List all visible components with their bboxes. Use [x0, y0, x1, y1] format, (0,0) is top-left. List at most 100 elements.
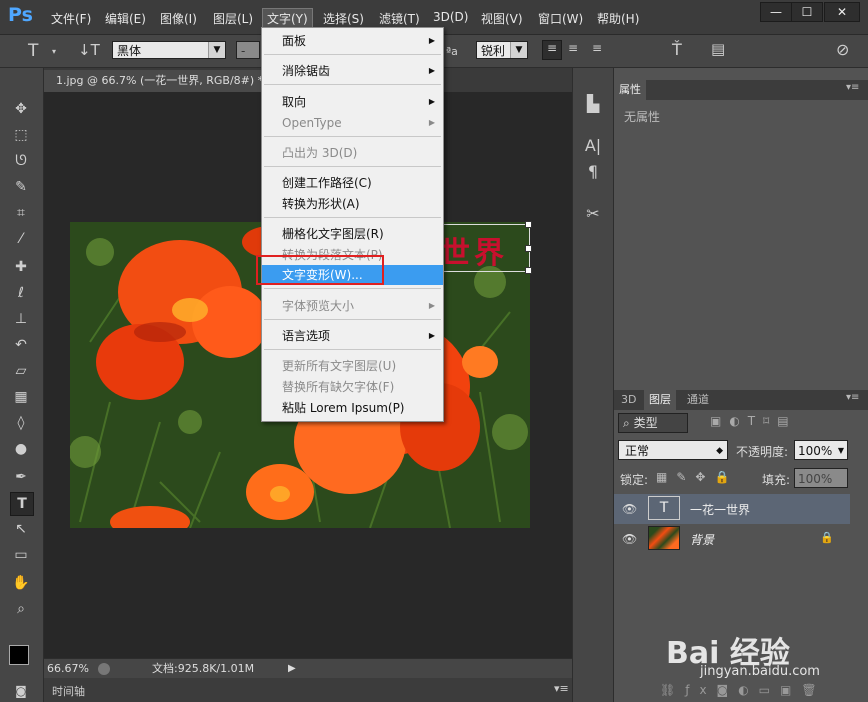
move-tool-icon[interactable]: ✥ — [10, 98, 32, 120]
lasso-tool-icon[interactable]: ᘎ — [10, 150, 32, 172]
maximize-button[interactable]: ☐ — [791, 2, 823, 22]
align-right-icon[interactable]: ≡ — [592, 41, 602, 55]
menu-item-anti-alias[interactable]: 消除锯齿 ▶ — [262, 61, 443, 81]
blend-mode-select[interactable]: 正常 ◆ — [618, 440, 728, 460]
transform-handle[interactable] — [525, 267, 532, 274]
warp-text-icon[interactable]: Ť — [672, 40, 682, 59]
pen-tool-icon[interactable]: ✒ — [10, 466, 32, 488]
cancel-icon[interactable]: ⊘ — [836, 40, 849, 59]
menu-edit[interactable]: 编辑(E) — [105, 10, 146, 27]
menu-item-font-preview-size[interactable]: 字体预览大小 ▶ — [262, 296, 443, 316]
layer-filter-icons[interactable]: ▣◐T⌑▤ — [710, 414, 797, 428]
marquee-tool-icon[interactable]: ⬚ — [10, 124, 32, 146]
highlight-annotation-box — [256, 255, 384, 285]
lock-icons[interactable]: ▦✎✥🔒 — [656, 470, 738, 484]
menu-item-convert-to-shape[interactable]: 转换为形状(A) — [262, 194, 443, 214]
menu-item-opentype[interactable]: OpenType ▶ — [262, 113, 443, 133]
paragraph-panel-icon[interactable]: ¶ — [581, 160, 605, 184]
type-tool-icon[interactable]: T — [10, 492, 34, 516]
menu-item-language-options[interactable]: 语言选项 ▶ — [262, 326, 443, 346]
quick-mask-icon[interactable]: ◙ — [10, 680, 32, 702]
menu-file[interactable]: 文件(F) — [51, 10, 91, 27]
menu-item-replace-missing-fonts[interactable]: 替换所有缺欠字体(F) — [262, 377, 443, 397]
healing-brush-tool-icon[interactable]: ✚ — [10, 256, 32, 278]
menu-window[interactable]: 窗口(W) — [538, 10, 583, 27]
status-menu-icon[interactable] — [98, 663, 110, 675]
visibility-eye-icon[interactable]: 👁 — [622, 532, 637, 546]
no-properties-text: 无属性 — [624, 110, 661, 124]
visibility-eye-icon[interactable]: 👁 — [622, 502, 637, 516]
character-panel-icon[interactable]: ▤ — [711, 40, 725, 58]
menu-separator — [264, 136, 441, 137]
menu-item-update-all-text-layers[interactable]: 更新所有文字图层(U) — [262, 356, 443, 376]
type-tool-preset-icon[interactable]: T — [28, 41, 38, 61]
rectangle-tool-icon[interactable]: ▭ — [10, 544, 32, 566]
character-panel-icon[interactable]: A| — [581, 134, 605, 158]
menu-view[interactable]: 视图(V) — [481, 10, 523, 27]
blur-tool-icon[interactable]: ◊ — [10, 412, 32, 434]
clone-stamp-tool-icon[interactable]: ⊥ — [10, 308, 32, 330]
gradient-tool-icon[interactable]: ▦ — [10, 386, 32, 408]
hand-tool-icon[interactable]: ✋ — [10, 572, 32, 594]
transform-handle[interactable] — [525, 245, 532, 252]
layer-row-background[interactable]: 👁 背景 🔒 — [614, 524, 850, 554]
menu-3d[interactable]: 3D(D) — [433, 10, 468, 24]
opacity-field[interactable]: 100% ▼ — [794, 440, 848, 460]
background-layer-thumbnail — [648, 526, 680, 550]
zoom-tool-icon[interactable]: ⌕ — [10, 598, 32, 620]
anti-alias-select[interactable]: 锐利 ▼ — [476, 41, 528, 59]
status-arrow-icon[interactable]: ▶ — [288, 659, 296, 679]
panel-menu-icon[interactable]: ▾≡ — [846, 82, 859, 93]
zoom-level[interactable]: 66.67% — [47, 659, 89, 679]
layer-filter-select[interactable]: ⌕ 类型 — [618, 413, 688, 433]
quick-select-tool-icon[interactable]: ✎ — [10, 176, 32, 198]
menu-item-panels[interactable]: 面板 ▶ — [262, 31, 443, 51]
menu-filter[interactable]: 滤镜(T) — [379, 10, 420, 27]
foreground-color-swatch[interactable] — [9, 645, 29, 665]
close-button[interactable]: ✕ — [824, 2, 860, 22]
timeline-label[interactable]: 时间轴 — [52, 683, 85, 699]
menu-item-orientation[interactable]: 取向 ▶ — [262, 92, 443, 112]
menu-type[interactable]: 文字(Y) — [262, 8, 313, 29]
tab-3d[interactable]: 3D — [616, 390, 641, 410]
tab-channels[interactable]: 通道 — [682, 390, 714, 410]
menu-select[interactable]: 选择(S) — [323, 10, 364, 27]
font-family-select[interactable]: 黑体 ▼ — [112, 41, 226, 59]
align-left-icon[interactable]: ≡ — [542, 40, 562, 60]
layer-row-text[interactable]: 👁 T 一花一世界 — [614, 494, 850, 524]
tool-presets-icon[interactable]: ✂ — [581, 202, 605, 226]
chevron-down-icon[interactable]: ▾ — [52, 47, 56, 56]
panel-menu-icon[interactable]: ▾≡ — [554, 682, 569, 695]
menu-item-paste-lorem-ipsum[interactable]: 粘贴 Lorem Ipsum(P) — [262, 398, 443, 418]
document-tab[interactable]: 1.jpg @ 66.7% (一花一世界, RGB/8#) * — [44, 70, 284, 92]
tab-properties[interactable]: 属性 — [614, 80, 646, 100]
brush-tool-icon[interactable]: ℓ — [10, 282, 32, 304]
dodge-tool-icon[interactable]: ● — [10, 438, 32, 460]
submenu-arrow-icon: ▶ — [428, 66, 435, 75]
menu-help[interactable]: 帮助(H) — [597, 10, 639, 27]
menu-layer[interactable]: 图层(L) — [213, 10, 253, 27]
minimize-button[interactable]: — — [760, 2, 792, 22]
eyedropper-tool-icon[interactable]: ⁄ — [10, 228, 32, 250]
layer-actions-bar[interactable]: ⛓ƒx◙◐▭▣🗑 — [660, 683, 827, 697]
align-center-icon[interactable]: ≡ — [568, 41, 578, 55]
text-bounding-box[interactable] — [434, 224, 530, 272]
menu-item-rasterize-type-layer[interactable]: 栅格化文字图层(R) — [262, 224, 443, 244]
panel-menu-icon[interactable]: ▾≡ — [846, 392, 859, 403]
fill-field[interactable]: 100% — [794, 468, 848, 488]
layer-name[interactable]: 一花一世界 — [690, 501, 750, 518]
path-select-tool-icon[interactable]: ↖ — [10, 518, 32, 540]
eraser-tool-icon[interactable]: ▱ — [10, 360, 32, 382]
font-style-select[interactable]: - — [236, 41, 260, 59]
menu-image[interactable]: 图像(I) — [160, 10, 197, 27]
text-orientation-icon[interactable]: ↓T — [78, 41, 100, 59]
chevron-down-icon: ▼ — [208, 42, 225, 58]
transform-handle[interactable] — [525, 221, 532, 228]
tab-layers[interactable]: 图层 — [644, 390, 676, 410]
crop-tool-icon[interactable]: ⌗ — [10, 202, 32, 224]
layer-name[interactable]: 背景 — [690, 531, 714, 548]
menu-item-extrude-3d[interactable]: 凸出为 3D(D) — [262, 143, 443, 163]
history-brush-tool-icon[interactable]: ↶ — [10, 334, 32, 356]
menu-item-create-work-path[interactable]: 创建工作路径(C) — [262, 173, 443, 193]
history-panel-icon[interactable]: ▙ — [581, 92, 605, 116]
